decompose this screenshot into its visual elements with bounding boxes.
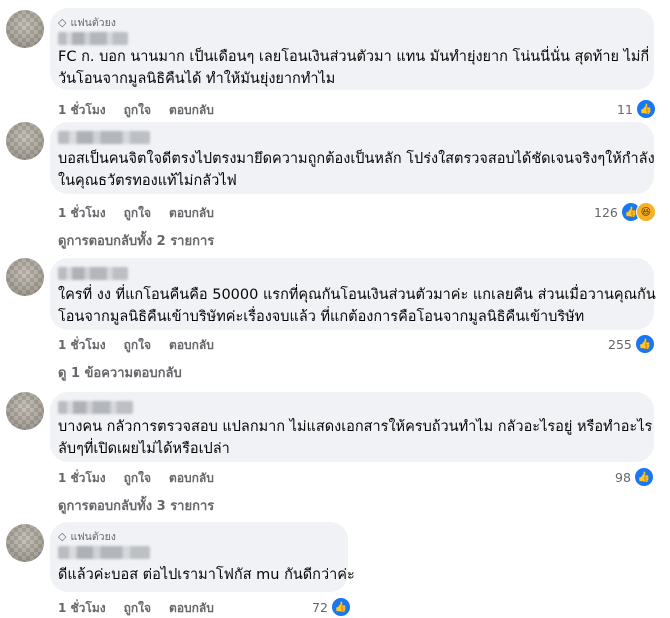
avatar[interactable] (6, 392, 44, 430)
reaction-count: 255 (608, 336, 632, 352)
view-replies-link[interactable]: ดูการตอบกลับทั้ง 3 รายการ (58, 495, 214, 516)
like-reaction-icon: 👍 (635, 99, 656, 119)
comment-text-line: ในคุณธวัตรทองแท้ไม่กลัวไฟ (58, 173, 237, 189)
view-replies-link[interactable]: ดู 1 ข้อความตอบกลับ (58, 362, 182, 383)
timestamp-link[interactable]: 1 ชั่วโมง (58, 204, 106, 223)
diamond-icon: ◇ (58, 530, 67, 543)
top-fan-badge: ◇ แฟนตัวยง (58, 528, 116, 545)
like-reaction-icon: 👍 (330, 597, 351, 617)
reply-button[interactable]: ตอบกลับ (169, 469, 214, 488)
reaction-summary[interactable]: 98 👍 (615, 467, 654, 487)
comment-text-line: ดีแล้วค่ะบอส ต่อไปเรามาโฟกัส mu กันดีกว่… (58, 567, 355, 583)
like-button[interactable]: ถูกใจ (124, 101, 151, 120)
avatar[interactable] (6, 258, 44, 296)
like-button[interactable]: ถูกใจ (124, 204, 151, 223)
reaction-count: 72 (312, 599, 328, 615)
like-button[interactable]: ถูกใจ (124, 599, 151, 618)
reaction-summary[interactable]: 126 👍 😆 (594, 202, 656, 222)
reaction-count: 11 (617, 101, 633, 117)
diamond-icon: ◇ (58, 16, 67, 29)
commenter-name[interactable] (58, 401, 133, 414)
comment-bubble: บางคน กลัวการตรวจสอบ แปลกมาก ไม่แสดงเอกส… (50, 392, 654, 462)
comment-bubble: ◇ แฟนตัวยง ดีแล้วค่ะบอส ต่อไปเรามาโฟกัส … (50, 522, 355, 592)
view-replies-link[interactable]: ดูการตอบกลับทั้ง 2 รายการ (58, 230, 214, 251)
comment-text-line: โอนจากมูลนิธิคืนเข้าบริษัทค่ะเรื่องจบแล้… (58, 309, 585, 325)
reply-button[interactable]: ตอบกลับ (169, 101, 214, 120)
timestamp-link[interactable]: 1 ชั่วโมง (58, 599, 106, 618)
comment-actions: 1 ชั่วโมง ถูกใจ ตอบกลับ (58, 336, 214, 355)
top-fan-badge: ◇ แฟนตัวยง (58, 14, 116, 31)
reply-button[interactable]: ตอบกลับ (169, 336, 214, 355)
comment-text-line: บางคน กลัวการตรวจสอบ แปลกมาก ไม่แสดงเอกส… (58, 419, 653, 435)
badge-label: แฟนตัวยง (70, 531, 116, 543)
timestamp-link[interactable]: 1 ชั่วโมง (58, 101, 106, 120)
reaction-count: 126 (594, 204, 618, 220)
comment-text-line: วันโอนจากมูลนิธิคืนได้ ทำให้มันยุ่งยากทำ… (58, 71, 336, 87)
reply-button[interactable]: ตอบกลับ (169, 599, 214, 618)
reaction-count: 98 (615, 469, 631, 485)
timestamp-link[interactable]: 1 ชั่วโมง (58, 469, 106, 488)
badge-label: แฟนตัวยง (70, 17, 116, 29)
comment-text-line: FC ก. บอก นานมาก เป็นเดือนๆ เลยโอนเงินส่… (58, 49, 650, 65)
avatar[interactable] (6, 122, 44, 160)
like-button[interactable]: ถูกใจ (124, 336, 151, 355)
comment-text-line: ลับๆที่เปิดเผยไม่ได้หรือเปล่า (58, 441, 230, 457)
like-reaction-icon: 👍 (633, 467, 654, 487)
like-button[interactable]: ถูกใจ (124, 469, 151, 488)
commenter-name[interactable] (58, 131, 150, 144)
comment-actions: 1 ชั่วโมง ถูกใจ ตอบกลับ (58, 204, 214, 223)
commenter-name[interactable] (58, 32, 128, 45)
avatar[interactable] (6, 10, 44, 48)
reaction-summary[interactable]: 72 👍 (312, 597, 351, 617)
commenter-name[interactable] (58, 546, 150, 559)
reaction-summary[interactable]: 255 👍 (608, 334, 655, 354)
reaction-summary[interactable]: 11 👍 (617, 99, 656, 119)
comment-text-line: ใครที่ งง ที่แกโอนคืนคือ 50000 แรกที่คุณ… (58, 287, 656, 303)
avatar[interactable] (6, 524, 44, 562)
comment-text-line: บอสเป็นคนจิตใจดีตรงไปตรงมายึดความถูกต้อง… (58, 151, 655, 167)
comment-bubble: ◇ แฟนตัวยง FC ก. บอก นานมาก เป็นเดือนๆ เ… (50, 8, 654, 90)
like-reaction-icon: 👍 (634, 334, 655, 354)
timestamp-link[interactable]: 1 ชั่วโมง (58, 336, 106, 355)
comment-actions: 1 ชั่วโมง ถูกใจ ตอบกลับ (58, 469, 214, 488)
haha-reaction-icon: 😆 (635, 202, 656, 222)
commenter-name[interactable] (58, 267, 128, 280)
comment-bubble: ใครที่ งง ที่แกโอนคืนคือ 50000 แรกที่คุณ… (50, 258, 656, 330)
reply-button[interactable]: ตอบกลับ (169, 204, 214, 223)
comment-actions: 1 ชั่วโมง ถูกใจ ตอบกลับ (58, 101, 214, 120)
comment-bubble: บอสเป็นคนจิตใจดีตรงไปตรงมายึดความถูกต้อง… (50, 122, 655, 194)
comment-actions: 1 ชั่วโมง ถูกใจ ตอบกลับ (58, 599, 214, 618)
